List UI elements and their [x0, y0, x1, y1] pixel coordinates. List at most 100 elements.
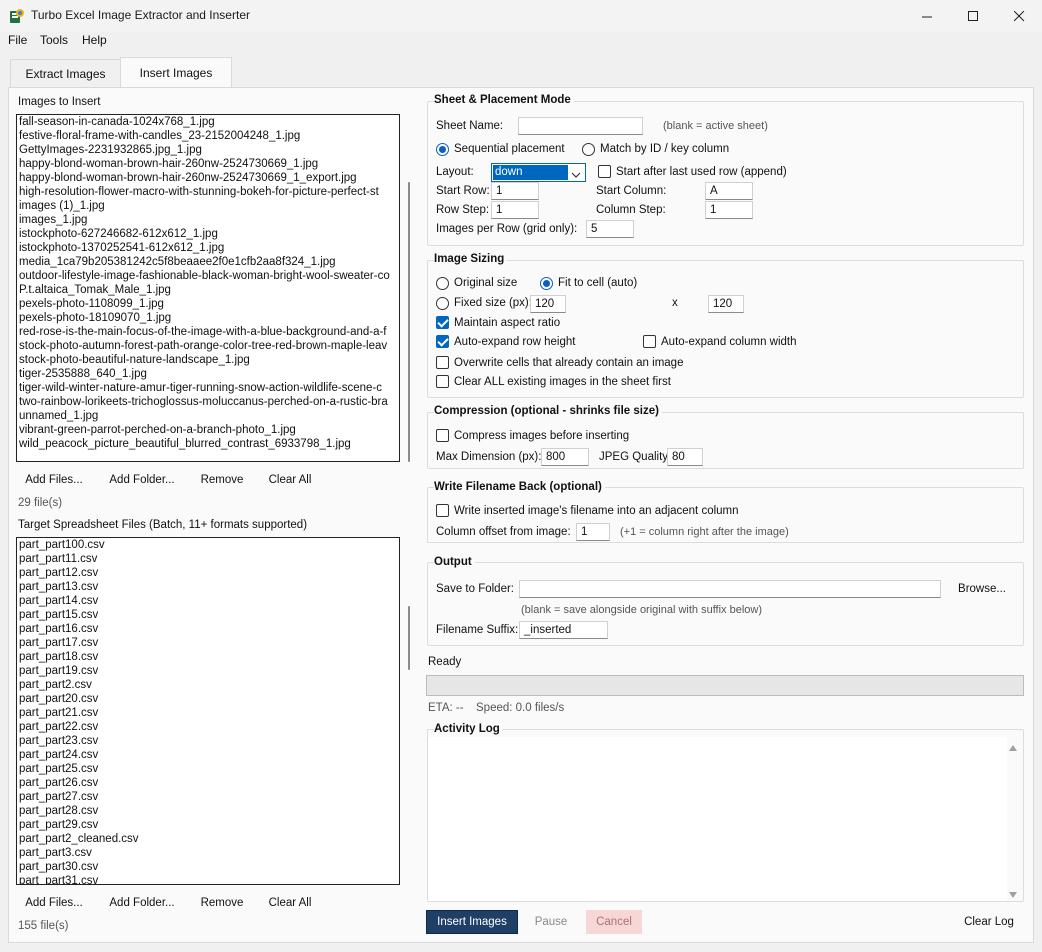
list-item[interactable]: high-resolution-flower-macro-with-stunni… — [17, 185, 399, 199]
list-item[interactable]: part_part2_cleaned.csv — [17, 832, 399, 846]
tab-insert-images[interactable]: Insert Images — [120, 57, 232, 88]
list-item[interactable]: istockphoto-627246682-612x612_1.jpg — [17, 227, 399, 241]
list-item[interactable]: wild_peacock_picture_beautiful_blurred_c… — [17, 437, 399, 451]
auto-column-width-checkbox[interactable] — [643, 335, 656, 348]
images-scrollbar[interactable] — [408, 182, 410, 462]
list-item[interactable]: part_part26.csv — [17, 776, 399, 790]
list-item[interactable]: unnamed_1.jpg — [17, 409, 399, 423]
sheet-name-input[interactable] — [518, 117, 643, 135]
list-item[interactable]: part_part20.csv — [17, 692, 399, 706]
max-dimension-input[interactable]: 800 — [541, 448, 589, 466]
list-item[interactable]: part_part27.csv — [17, 790, 399, 804]
start-column-input[interactable]: A — [705, 182, 753, 200]
filename-suffix-input[interactable]: _inserted — [519, 621, 608, 639]
list-item[interactable]: part_part22.csv — [17, 720, 399, 734]
list-item[interactable]: part_part29.csv — [17, 818, 399, 832]
list-item[interactable]: part_part17.csv — [17, 636, 399, 650]
list-item[interactable]: part_part11.csv — [17, 552, 399, 566]
images-remove-button[interactable]: Remove — [194, 469, 250, 491]
list-item[interactable]: pexels-photo-18109070_1.jpg — [17, 311, 399, 325]
append-checkbox[interactable] — [598, 165, 611, 178]
list-item[interactable]: vibrant-green-parrot-perched-on-a-branch… — [17, 423, 399, 437]
match-id-radio[interactable] — [582, 143, 595, 156]
list-item[interactable]: stock-photo-beautiful-nature-landscape_1… — [17, 353, 399, 367]
images-listbox[interactable]: fall-season-in-canada-1024x768_1.jpg fest… — [16, 114, 400, 462]
fit-to-cell-radio[interactable] — [540, 277, 553, 290]
jpeg-quality-input[interactable]: 80 — [667, 448, 703, 466]
list-item[interactable]: red-rose-is-the-main-focus-of-the-image-… — [17, 325, 399, 339]
list-item[interactable]: happy-blond-woman-brown-hair-260nw-25247… — [17, 157, 399, 171]
list-item[interactable]: festive-floral-frame-with-candles_23-215… — [17, 129, 399, 143]
list-item[interactable]: tiger-2535888_640_1.jpg — [17, 367, 399, 381]
maximize-button[interactable] — [950, 0, 996, 32]
close-button[interactable] — [996, 0, 1042, 32]
list-item[interactable]: images (1)_1.jpg — [17, 199, 399, 213]
list-item[interactable]: part_part14.csv — [17, 594, 399, 608]
tab-extract-images[interactable]: Extract Images — [10, 59, 121, 87]
list-item[interactable]: tiger-wild-winter-nature-amur-tiger-runn… — [17, 381, 399, 395]
list-item[interactable]: part_part16.csv — [17, 622, 399, 636]
column-offset-input[interactable]: 1 — [576, 523, 610, 541]
fixed-width-input[interactable]: 120 — [530, 295, 566, 313]
list-item[interactable]: part_part15.csv — [17, 608, 399, 622]
images-per-row-input[interactable]: 5 — [586, 220, 634, 238]
list-item[interactable]: P.t.altaica_Tomak_Male_1.jpg — [17, 283, 399, 297]
list-item[interactable]: two-rainbow-lorikeets-trichoglossus-molu… — [17, 395, 399, 409]
minimize-button[interactable] — [904, 0, 950, 32]
save-folder-input[interactable] — [519, 580, 941, 598]
pause-button[interactable]: Pause — [526, 910, 576, 934]
list-item[interactable]: pexels-photo-1108099_1.jpg — [17, 297, 399, 311]
list-item[interactable]: istockphoto-1370252541-612x612_1.jpg — [17, 241, 399, 255]
list-item[interactable]: part_part31.csv — [17, 874, 399, 884]
target-listbox[interactable]: part_part100.csv part_part11.csv part_part… — [16, 537, 400, 885]
row-step-input[interactable]: 1 — [491, 201, 539, 219]
images-add-folder-button[interactable]: Add Folder... — [104, 469, 180, 491]
column-step-input[interactable]: 1 — [705, 201, 753, 219]
scroll-up-icon[interactable] — [1008, 741, 1018, 755]
target-scrollbar[interactable] — [408, 606, 410, 670]
list-item[interactable]: part_part23.csv — [17, 734, 399, 748]
list-item[interactable]: part_part3.csv — [17, 846, 399, 860]
original-size-radio[interactable] — [436, 277, 449, 290]
browse-button[interactable]: Browse... — [951, 578, 1013, 600]
list-item[interactable]: part_part21.csv — [17, 706, 399, 720]
insert-images-button[interactable]: Insert Images — [426, 910, 518, 934]
clear-existing-checkbox[interactable] — [436, 375, 449, 388]
list-item[interactable]: stock-photo-autumn-forest-path-orange-co… — [17, 339, 399, 353]
images-clear-all-button[interactable]: Clear All — [262, 469, 318, 491]
list-item[interactable]: images_1.jpg — [17, 213, 399, 227]
images-add-files-button[interactable]: Add Files... — [18, 469, 90, 491]
fixed-height-input[interactable]: 120 — [708, 295, 744, 313]
menu-file[interactable]: File — [8, 33, 27, 47]
auto-row-height-checkbox[interactable] — [436, 335, 449, 348]
target-add-files-button[interactable]: Add Files... — [18, 892, 90, 914]
activity-log-text[interactable] — [428, 737, 1007, 901]
menu-tools[interactable]: Tools — [40, 33, 68, 47]
target-add-folder-button[interactable]: Add Folder... — [104, 892, 180, 914]
target-clear-all-button[interactable]: Clear All — [262, 892, 318, 914]
list-item[interactable]: part_part100.csv — [17, 538, 399, 552]
list-item[interactable]: part_part13.csv — [17, 580, 399, 594]
list-item[interactable]: part_part28.csv — [17, 804, 399, 818]
list-item[interactable]: GettyImages-2231932865.jpg_1.jpg — [17, 143, 399, 157]
start-row-input[interactable]: 1 — [491, 182, 539, 200]
target-remove-button[interactable]: Remove — [194, 892, 250, 914]
list-item[interactable]: part_part19.csv — [17, 664, 399, 678]
list-item[interactable]: part_part18.csv — [17, 650, 399, 664]
sequential-radio[interactable] — [436, 143, 449, 156]
maintain-aspect-checkbox[interactable] — [436, 316, 449, 329]
list-item[interactable]: outdoor-lifestyle-image-fashionable-blac… — [17, 269, 399, 283]
cancel-button[interactable]: Cancel — [586, 910, 642, 934]
compress-checkbox[interactable] — [436, 429, 449, 442]
list-item[interactable]: part_part2.csv — [17, 678, 399, 692]
overwrite-checkbox[interactable] — [436, 356, 449, 369]
list-item[interactable]: part_part25.csv — [17, 762, 399, 776]
list-item[interactable]: part_part12.csv — [17, 566, 399, 580]
list-item[interactable]: part_part24.csv — [17, 748, 399, 762]
write-filename-checkbox[interactable] — [436, 504, 449, 517]
clear-log-button[interactable]: Clear Log — [954, 910, 1024, 934]
scroll-down-icon[interactable] — [1008, 888, 1018, 902]
list-item[interactable]: part_part30.csv — [17, 860, 399, 874]
list-item[interactable]: fall-season-in-canada-1024x768_1.jpg — [17, 115, 399, 129]
list-item[interactable]: media_1ca79b205381242c5f8beaaee2f0e1cfb2… — [17, 255, 399, 269]
